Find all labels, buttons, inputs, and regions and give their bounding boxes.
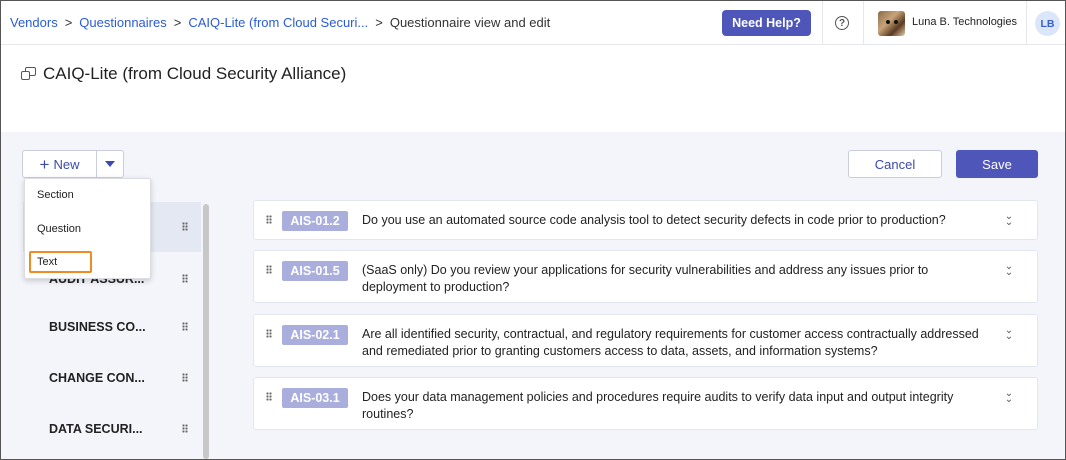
drag-handle-icon[interactable] xyxy=(182,274,188,283)
question-text: (SaaS only) Do you review your applicati… xyxy=(362,263,929,294)
question-card[interactable]: AIS-01.2 Do you use an automated source … xyxy=(253,200,1038,240)
highlight-box xyxy=(29,251,92,273)
question-id-badge: AIS-01.2 xyxy=(282,211,348,231)
new-dropdown-toggle[interactable] xyxy=(97,151,123,177)
breadcrumb: Vendors > Questionnaires > CAIQ-Lite (fr… xyxy=(1,15,550,30)
cancel-button[interactable]: Cancel xyxy=(848,150,942,178)
drag-handle-icon[interactable] xyxy=(266,215,272,224)
sidebar-item-label: BUSINESS CO... xyxy=(49,320,146,334)
sidebar-section-item[interactable]: DATA SECURI... xyxy=(23,404,201,454)
drag-handle-icon[interactable] xyxy=(182,373,188,382)
drag-handle-icon[interactable] xyxy=(266,329,272,338)
expand-chevron-icon[interactable]: ⌄ ⌄ xyxy=(1004,326,1014,342)
need-help-button[interactable]: Need Help? xyxy=(722,10,811,36)
question-id-badge: AIS-01.5 xyxy=(282,261,348,281)
question-text: Does your data management policies and p… xyxy=(362,390,954,421)
menu-item-section[interactable]: Section xyxy=(37,189,74,201)
sidebar-scrollbar[interactable] xyxy=(203,204,209,459)
breadcrumb-separator: > xyxy=(64,15,73,30)
breadcrumb-current: Questionnaire view and edit xyxy=(389,15,551,30)
divider xyxy=(863,1,864,45)
user-avatar[interactable]: LB xyxy=(1035,11,1060,36)
sidebar-item-label: CHANGE CON... xyxy=(49,371,145,385)
help-circle-icon[interactable]: ? xyxy=(835,16,849,30)
breadcrumb-questionnaires[interactable]: Questionnaires xyxy=(79,15,166,30)
questionnaire-icon xyxy=(21,67,37,81)
drag-handle-icon[interactable] xyxy=(266,392,272,401)
question-id-badge: AIS-03.1 xyxy=(282,388,348,408)
menu-item-question[interactable]: Question xyxy=(37,223,81,235)
breadcrumb-vendors[interactable]: Vendors xyxy=(10,15,58,30)
question-card[interactable]: AIS-02.1 Are all identified security, co… xyxy=(253,314,1038,367)
drag-handle-icon[interactable] xyxy=(266,265,272,274)
caret-down-icon xyxy=(105,161,115,167)
new-button-label: New xyxy=(53,156,80,172)
editor-area: + New Cancel Save AUDIT ASSUR... BUSINES… xyxy=(1,132,1065,459)
sidebar-section-item[interactable]: CHANGE CON... xyxy=(23,353,201,403)
drag-handle-icon[interactable] xyxy=(182,424,188,433)
new-split-button: + New xyxy=(22,150,124,178)
page-header: CAIQ-Lite (from Cloud Security Alliance) xyxy=(21,64,346,84)
expand-chevron-icon[interactable]: ⌄ ⌄ xyxy=(1004,212,1014,228)
question-text: Are all identified security, contractual… xyxy=(362,327,979,358)
question-card[interactable]: AIS-03.1 Does your data management polic… xyxy=(253,377,1038,430)
breadcrumb-separator: > xyxy=(375,15,383,30)
sidebar-item-label: DATA SECURI... xyxy=(49,422,143,436)
org-avatar[interactable] xyxy=(878,11,905,36)
question-text: Do you use an automated source code anal… xyxy=(362,213,946,227)
expand-chevron-icon[interactable]: ⌄ ⌄ xyxy=(1004,262,1014,278)
expand-chevron-icon[interactable]: ⌄ ⌄ xyxy=(1004,389,1014,405)
breadcrumb-questionnaire[interactable]: CAIQ-Lite (from Cloud Securi... xyxy=(188,15,368,30)
divider xyxy=(822,1,823,45)
plus-icon: + xyxy=(39,154,50,174)
new-dropdown-menu: Section Question Text xyxy=(24,178,151,279)
page-title: CAIQ-Lite (from Cloud Security Alliance) xyxy=(43,64,347,83)
breadcrumb-separator: > xyxy=(173,15,182,30)
save-button[interactable]: Save xyxy=(956,150,1038,178)
drag-handle-icon[interactable] xyxy=(182,222,188,231)
top-bar: Vendors > Questionnaires > CAIQ-Lite (fr… xyxy=(1,1,1065,45)
question-card[interactable]: AIS-01.5 (SaaS only) Do you review your … xyxy=(253,250,1038,303)
sidebar-section-item[interactable]: BUSINESS CO... xyxy=(23,302,201,352)
divider xyxy=(1026,1,1027,45)
new-button[interactable]: + New xyxy=(23,151,97,177)
question-id-badge: AIS-02.1 xyxy=(282,325,348,345)
drag-handle-icon[interactable] xyxy=(182,322,188,331)
org-name[interactable]: Luna B. Technologies xyxy=(912,16,1017,28)
